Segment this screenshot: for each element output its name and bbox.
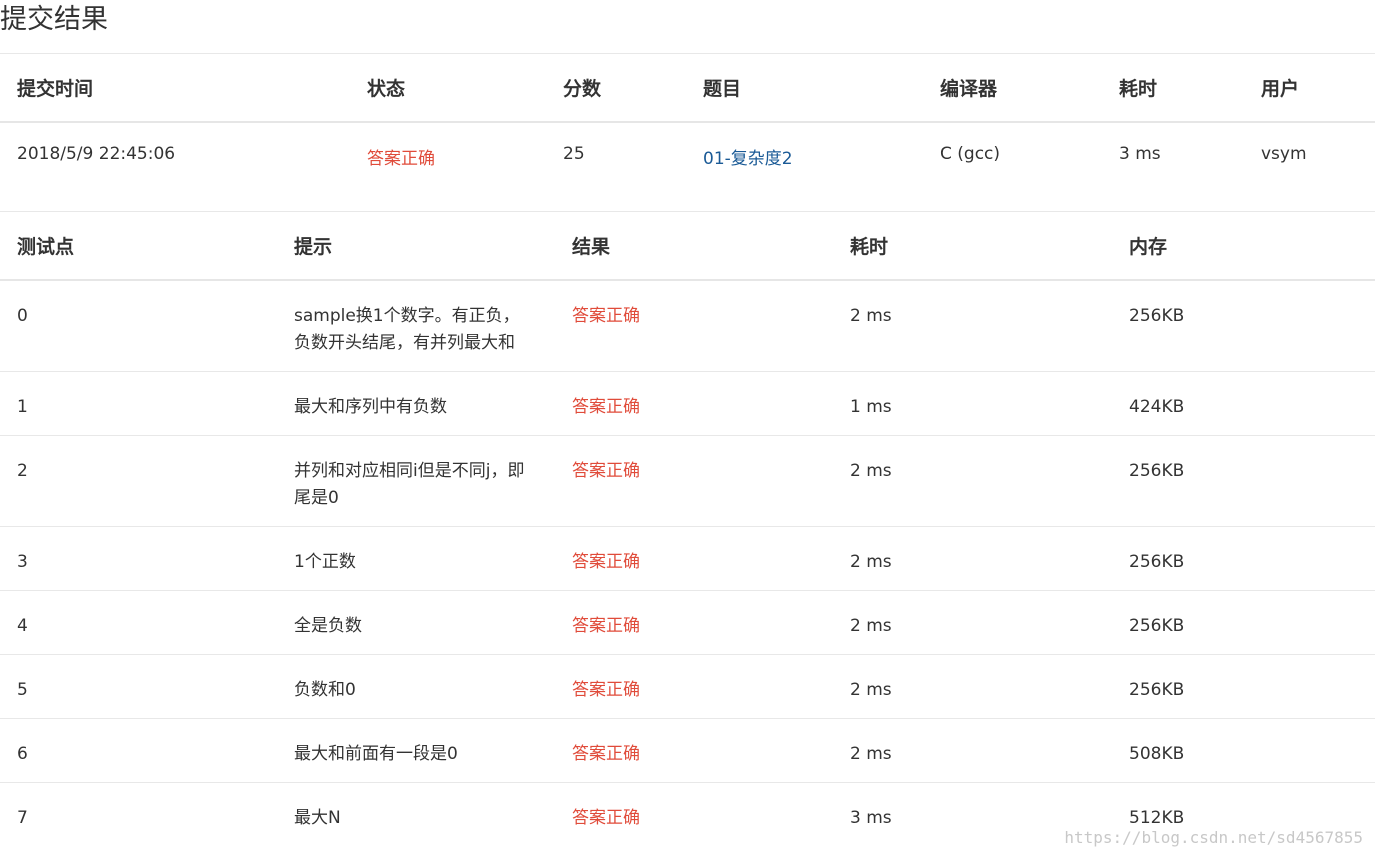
case-time: 2 ms [833,279,1112,372]
case-time: 2 ms [833,654,1112,719]
table-row: 4 全是负数 答案正确 2 ms 256KB [0,590,1375,655]
status-badge: 答案正确 [367,148,435,169]
header-case-time: 耗时 [833,211,1112,281]
header-result: 结果 [555,211,833,281]
problem-link[interactable]: 01-复杂度2 [703,149,793,169]
case-memory: 256KB [1112,279,1375,372]
elapsed-time: 3 ms [1119,143,1161,164]
header-score: 分数 [546,53,686,123]
case-id: 1 [0,371,277,436]
case-hint: 最大N [294,808,341,828]
header-problem: 题目 [686,53,923,123]
case-memory: 256KB [1112,526,1375,591]
submit-time: 2018/5/9 22:45:06 [17,143,176,164]
case-hint: 并列和对应相同i但是不同j，即尾是0 [277,435,555,527]
case-time: 2 ms [833,718,1112,783]
test-cases-table: 测试点 提示 结果 耗时 内存 0 sample换1个数字。有正负，负数开头结尾… [0,211,1375,847]
case-id: 2 [0,435,277,527]
case-result: 答案正确 [555,435,833,527]
header-status: 状态 [350,53,546,123]
header-compiler: 编译器 [923,53,1102,123]
case-result: 答案正确 [555,371,833,436]
user-name: vsym [1261,143,1307,164]
compiler: C (gcc) [940,143,1001,164]
case-memory: 508KB [1112,718,1375,783]
case-memory: 256KB [1112,435,1375,527]
header-hint: 提示 [277,211,555,281]
case-time: 2 ms [833,590,1112,655]
case-result: 答案正确 [555,279,833,372]
page-title: 提交结果 [0,4,108,35]
case-hint: 最大和前面有一段是0 [277,718,555,783]
table-row: 1 最大和序列中有负数 答案正确 1 ms 424KB [0,371,1375,436]
case-result: 答案正确 [555,718,833,783]
header-memory: 内存 [1112,211,1375,281]
case-hint: 全是负数 [277,590,555,655]
watermark: https://blog.csdn.net/sd4567855 [1064,828,1363,847]
header-case-id: 测试点 [0,211,277,281]
cases-header-row: 测试点 提示 结果 耗时 内存 [0,211,1375,281]
case-memory: 256KB [1112,590,1375,655]
case-hint: 1个正数 [277,526,555,591]
case-id: 0 [0,279,277,372]
case-time: 2 ms [833,435,1112,527]
summary-header-row: 提交时间 状态 分数 题目 编译器 耗时 用户 [0,53,1375,123]
case-id: 4 [0,590,277,655]
table-row: 5 负数和0 答案正确 2 ms 256KB [0,654,1375,719]
case-hint: 负数和0 [277,654,555,719]
case-hint: sample换1个数字。有正负，负数开头结尾，有并列最大和 [277,279,555,372]
case-id: 7 [17,808,28,828]
case-id: 5 [0,654,277,719]
table-row: 0 sample换1个数字。有正负，负数开头结尾，有并列最大和 答案正确 2 m… [0,279,1375,372]
case-time: 2 ms [833,526,1112,591]
table-row: 2 并列和对应相同i但是不同j，即尾是0 答案正确 2 ms 256KB [0,435,1375,527]
submission-summary-table: 提交时间 状态 分数 题目 编译器 耗时 用户 2018/5/9 22:45:0… [0,53,1375,210]
case-result: 答案正确 [555,526,833,591]
case-memory: 424KB [1112,371,1375,436]
case-id: 6 [0,718,277,783]
header-submit-time: 提交时间 [0,53,350,123]
case-result: 答案正确 [572,808,640,828]
score: 25 [563,143,585,164]
header-time: 耗时 [1102,53,1244,123]
case-hint: 最大和序列中有负数 [277,371,555,436]
case-id: 3 [0,526,277,591]
table-row: 6 最大和前面有一段是0 答案正确 2 ms 508KB [0,718,1375,783]
case-result: 答案正确 [555,590,833,655]
table-row: 3 1个正数 答案正确 2 ms 256KB [0,526,1375,591]
summary-row: 2018/5/9 22:45:06 答案正确 25 01-复杂度2 C (gcc… [0,122,1375,210]
case-result: 答案正确 [555,654,833,719]
case-memory: 256KB [1112,654,1375,719]
header-user: 用户 [1244,53,1375,123]
case-time: 1 ms [833,371,1112,436]
